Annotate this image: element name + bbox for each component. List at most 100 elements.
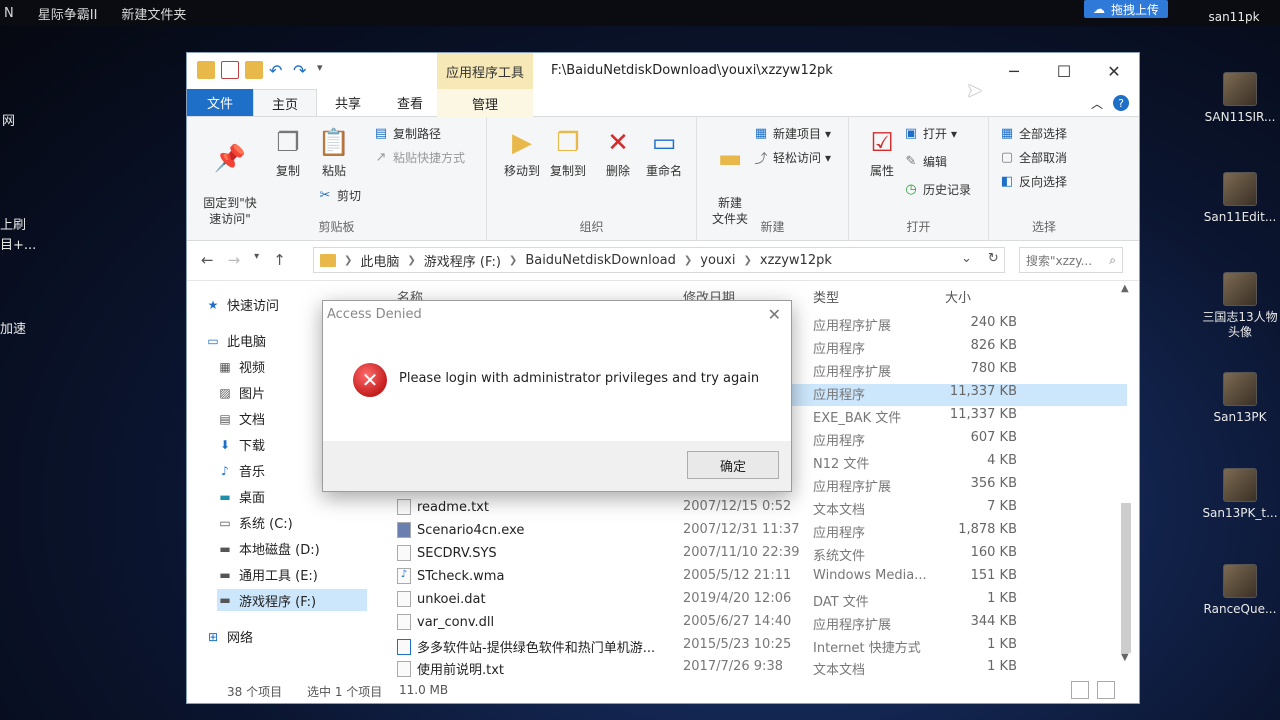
- breadcrumb[interactable]: xzzyw12pk: [760, 253, 832, 268]
- cloud-icon: ☁: [1092, 2, 1105, 16]
- customize-dropdown-icon[interactable]: ▾: [317, 61, 335, 79]
- select-all-button[interactable]: ▦ 全部选择: [999, 125, 1067, 142]
- breadcrumb[interactable]: youxi: [700, 253, 735, 268]
- vertical-scrollbar[interactable]: ▲ ▼: [1119, 283, 1133, 663]
- new-folder-icon[interactable]: [245, 61, 263, 79]
- address-dropdown-icon[interactable]: ⌄: [961, 251, 972, 266]
- properties-icon[interactable]: [221, 61, 239, 79]
- scroll-up-icon[interactable]: ▲: [1121, 283, 1129, 294]
- desktop-icon[interactable]: 三国志13人物头像: [1198, 272, 1280, 340]
- nav-item-quick-access[interactable]: ★ 快速访问: [205, 295, 279, 315]
- tab-manage[interactable]: 管理: [437, 89, 533, 117]
- breadcrumb[interactable]: 此电脑: [360, 251, 399, 270]
- dialog-close-icon[interactable]: ✕: [768, 305, 781, 324]
- help-icon[interactable]: ?: [1113, 95, 1129, 111]
- desktop-top-item[interactable]: N: [4, 6, 14, 21]
- table-row[interactable]: Scenario4cn.exe 2007/12/31 11:37 应用程序 1,…: [387, 522, 1127, 544]
- desktop-icon[interactable]: RanceQue...: [1198, 564, 1280, 617]
- ok-button[interactable]: 确定: [687, 451, 779, 479]
- nav-item-drive-f[interactable]: ▬ 游戏程序 (F:): [217, 589, 367, 611]
- collapse-ribbon-icon[interactable]: ︿: [1091, 95, 1103, 112]
- shortcut-icon: [1223, 72, 1257, 106]
- table-row[interactable]: SECDRV.SYS 2007/11/10 22:39 系统文件 160 KB: [387, 545, 1127, 567]
- large-icons-view-icon[interactable]: [1097, 681, 1115, 699]
- table-row[interactable]: var_conv.dll 2005/6/27 14:40 应用程序扩展 344 …: [387, 614, 1127, 636]
- picture-icon: ▨: [219, 385, 231, 400]
- nav-item-this-pc[interactable]: ▭ 此电脑: [205, 331, 266, 351]
- media-file-icon: ♪: [397, 568, 411, 584]
- folder-icon[interactable]: [197, 61, 215, 79]
- nav-item-drive-d[interactable]: ▬ 本地磁盘 (D:): [217, 539, 319, 559]
- tab-file[interactable]: 文件: [187, 89, 254, 116]
- desktop-icon[interactable]: SAN11SIR...: [1198, 72, 1280, 125]
- desktop-top-item[interactable]: 新建文件夹: [121, 4, 186, 23]
- undo-icon[interactable]: ↶: [269, 61, 287, 80]
- desktop-icon[interactable]: San13PK: [1198, 372, 1280, 425]
- nav-item-drive-e[interactable]: ▬ 通用工具 (E:): [217, 565, 318, 585]
- pin-quick-access-button[interactable]: 📌 固定到"快 速访问": [195, 123, 265, 227]
- table-row[interactable]: unkoei.dat 2019/4/20 12:06 DAT 文件 1 KB: [387, 591, 1127, 613]
- nav-item-downloads[interactable]: ⬇ 下载: [217, 435, 265, 455]
- table-row[interactable]: 多多软件站-提供绿色软件和热门单机游... 2015/5/23 10:25 In…: [387, 637, 1127, 659]
- desktop-icon[interactable]: San13PK_t...: [1198, 468, 1280, 521]
- table-row[interactable]: readme.txt 2007/12/15 0:52 文本文档 7 KB: [387, 499, 1127, 521]
- nav-item-network[interactable]: ⊞ 网络: [205, 627, 253, 647]
- breadcrumb[interactable]: 游戏程序 (F:): [424, 251, 501, 270]
- address-path[interactable]: ❯ 此电脑 ❯ 游戏程序 (F:) ❯ BaiduNetdiskDownload…: [313, 247, 1005, 273]
- music-icon: ♪: [221, 463, 229, 478]
- nav-item-music[interactable]: ♪ 音乐: [217, 461, 265, 481]
- nav-item-documents[interactable]: ▤ 文档: [217, 409, 265, 429]
- history-button[interactable]: ◷ 历史记录: [903, 181, 971, 198]
- tab-view[interactable]: 查看: [379, 89, 441, 116]
- column-header-size[interactable]: 大小: [945, 287, 971, 306]
- cut-button[interactable]: ✂ 剪切: [317, 187, 361, 204]
- scrollbar-thumb[interactable]: [1121, 503, 1131, 653]
- maximize-button[interactable]: ☐: [1039, 53, 1089, 89]
- rename-button[interactable]: ▭ 重命名: [635, 123, 693, 179]
- up-arrow-icon[interactable]: ↑: [273, 251, 286, 269]
- nav-item-pictures[interactable]: ▨ 图片: [217, 383, 265, 403]
- drive-icon: ▭: [219, 515, 231, 530]
- copy-to-icon: ❐: [556, 128, 580, 158]
- refresh-icon[interactable]: ↻: [988, 251, 999, 266]
- select-none-icon: ▢: [1000, 150, 1014, 165]
- invert-selection-button[interactable]: ◧ 反向选择: [999, 173, 1067, 190]
- details-view-icon[interactable]: [1071, 681, 1089, 699]
- easy-access-button[interactable]: ⤴ 轻松访问 ▾: [753, 149, 831, 168]
- new-folder-icon: ▬: [717, 144, 743, 174]
- desktop-top-item[interactable]: 星际争霸II: [38, 4, 98, 23]
- recent-dropdown-icon[interactable]: ▾: [254, 251, 259, 269]
- edit-button[interactable]: ✎ 编辑: [903, 153, 947, 170]
- new-folder-button[interactable]: ▬ 新建 文件夹: [701, 123, 759, 227]
- tab-share[interactable]: 共享: [317, 89, 379, 116]
- select-none-button[interactable]: ▢ 全部取消: [999, 149, 1067, 166]
- search-input[interactable]: 搜索"xzzy... ⌕: [1019, 247, 1123, 273]
- redo-icon[interactable]: ↷: [293, 61, 311, 80]
- table-row[interactable]: ♪ STcheck.wma 2005/5/12 21:11 Windows Med…: [387, 568, 1127, 590]
- nav-item-drive-c[interactable]: ▭ 系统 (C:): [217, 513, 292, 533]
- column-header-type[interactable]: 类型: [813, 287, 839, 306]
- nav-item-desktop[interactable]: ▬ 桌面: [217, 487, 265, 507]
- minimize-button[interactable]: ─: [989, 53, 1039, 89]
- folder-icon: [320, 253, 336, 267]
- breadcrumb[interactable]: BaiduNetdiskDownload: [525, 253, 676, 268]
- paste-shortcut-button[interactable]: ↗ 粘贴快捷方式: [373, 149, 465, 166]
- desktop-icon-label[interactable]: san11pk: [1192, 10, 1276, 25]
- close-button[interactable]: ✕: [1089, 53, 1139, 89]
- new-item-icon: ▦: [754, 126, 768, 141]
- new-item-button[interactable]: ▦ 新建项目 ▾: [753, 125, 831, 142]
- forward-arrow-icon[interactable]: →: [228, 251, 241, 269]
- scroll-down-icon[interactable]: ▼: [1121, 652, 1129, 663]
- back-arrow-icon[interactable]: ←: [201, 251, 214, 269]
- drag-upload-button[interactable]: ☁ 拖拽上传: [1084, 0, 1168, 18]
- exe-icon: [397, 522, 411, 538]
- drive-icon: ▬: [219, 541, 231, 556]
- desktop-left-label: 目+...: [0, 238, 37, 253]
- paste-button[interactable]: 📋 粘贴: [305, 123, 363, 179]
- copy-path-button[interactable]: ▤ 复制路径: [373, 125, 441, 142]
- tab-home[interactable]: 主页: [253, 89, 318, 116]
- open-button[interactable]: ▣ 打开 ▾: [903, 125, 957, 142]
- nav-item-videos[interactable]: ▦ 视频: [217, 357, 265, 377]
- quick-access-toolbar: ↶ ↷ ▾: [197, 61, 335, 80]
- desktop-icon[interactable]: San11Edit...: [1198, 172, 1280, 225]
